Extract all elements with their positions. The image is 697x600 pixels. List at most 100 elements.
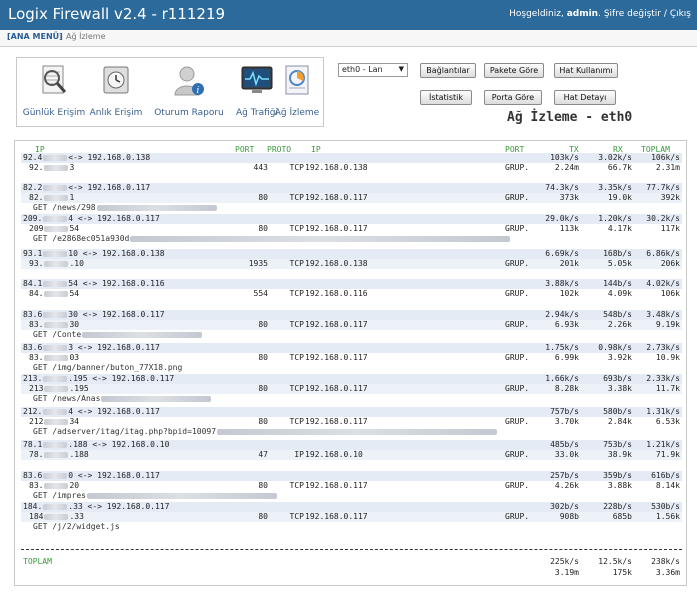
proto: TCP: [289, 353, 304, 362]
nav-network-monitor[interactable]: Ağ İzleme: [269, 58, 325, 126]
dst-ip: 192.168.0.117: [305, 320, 368, 329]
url-row: GET /Conte: [21, 330, 682, 340]
detail-ip: 209 54: [29, 224, 79, 234]
detail-ip-prefix: 83.: [29, 353, 44, 362]
flow-summary-row[interactable]: 212. 4 <-> 192.168.0.117 757b/s 580b/s 1.31k…: [21, 407, 682, 417]
dst-port: GRUP.: [505, 289, 530, 298]
by-port-button[interactable]: Porta Göre: [484, 90, 542, 105]
interface-selected: eth0 - Lan: [342, 65, 383, 74]
proto: TCP: [289, 224, 304, 233]
rx-bytes: 4.17k: [607, 224, 632, 233]
flow-summary-row[interactable]: 83.6 30 <-> 192.168.0.117 2.94k/s 548b/s 3.4…: [21, 310, 682, 320]
rx-bytes: 3.88k: [607, 481, 632, 490]
dst-ip: 192.168.0.117: [305, 353, 368, 362]
flow-summary-row[interactable]: 82.2 <-> 192.168.0.117 74.3k/s 3.35k/s 77.7k…: [21, 183, 682, 193]
breadcrumb-current: Ağ İzleme: [66, 32, 106, 41]
port: 80: [258, 224, 268, 233]
detail-ip: 82. 1: [29, 193, 74, 203]
change-password-link[interactable]: Şifre değiştir: [604, 9, 661, 19]
proto: TCP: [289, 163, 304, 172]
flow-summary-row[interactable]: 92.4 <-> 192.168.0.138 103k/s 3.02k/s 106k/s: [21, 153, 682, 163]
flow-summary-row[interactable]: 213. .195 <-> 192.168.0.117 1.66k/s 693b/s 2…: [21, 374, 682, 384]
tx-bytes: 3.70k: [554, 417, 579, 426]
tx-bytes: 908b: [559, 512, 579, 521]
src-ip-pair: .195 <-> 192.168.0.117: [68, 374, 175, 383]
main-menu-link[interactable]: [ANA MENÜ]: [7, 32, 63, 41]
url-text: GET /Conte: [33, 330, 82, 339]
total-rate: 530b/s: [651, 502, 680, 511]
src-ip-prefix: 209.: [23, 214, 43, 223]
port: 80: [258, 512, 268, 521]
nav-label: Anlık Erişim: [89, 108, 143, 118]
rx-rate: 168b/s: [603, 249, 632, 258]
tx-rate: 2.94k/s: [545, 310, 579, 319]
line-detail-button[interactable]: Hat Detayı: [554, 90, 616, 105]
src-ip: 212. 4 <-> 192.168.0.117: [23, 407, 160, 417]
masked-ip: [43, 344, 68, 351]
rx-rate: 359b/s: [603, 471, 632, 480]
rx-rate: 548b/s: [603, 310, 632, 319]
request-url: GET /img/banner/buton_77X18.png: [33, 363, 182, 373]
flow-summary-row[interactable]: 93.1 10 <-> 192.168.0.138 6.69k/s 168b/s 6.8…: [21, 249, 682, 259]
tx-rate: 302b/s: [550, 502, 579, 511]
user-info-icon: i: [174, 66, 204, 96]
src-ip-prefix: 212.: [23, 407, 43, 416]
total-rate-row: 225k/s 12.5k/s 238k/s: [21, 557, 682, 567]
masked-ip: [44, 418, 69, 425]
flow-summary-row[interactable]: 209. 4 <-> 192.168.0.117 29.0k/s 1.20k/s 30.…: [21, 214, 682, 224]
detail-ip-suffix: 54: [69, 289, 80, 298]
detail-ip: 83. 30: [29, 320, 79, 330]
masked-ip: [44, 164, 69, 171]
flow-summary-row[interactable]: 184. .33 <-> 192.168.0.117 302b/s 228b/s 530…: [21, 502, 682, 512]
src-ip-pair: 3 <-> 192.168.0.117: [68, 343, 160, 352]
masked-url: [101, 395, 212, 402]
dst-ip: 192.168.0.117: [305, 417, 368, 426]
chevron-down-icon: ▼: [398, 65, 404, 73]
app-title: Logix Firewall v2.4 - r111219: [8, 5, 226, 23]
nav-label: Günlük Erişim: [22, 108, 86, 118]
request-url: GET /news/298: [33, 203, 217, 213]
rx-bytes: 19.0k: [607, 193, 632, 202]
detail-ip-suffix: .33: [69, 512, 84, 521]
flow-summary-row[interactable]: 84.1 54 <-> 192.168.0.116 3.88k/s 144b/s 4.0…: [21, 279, 682, 289]
total-rx: 175k: [612, 568, 632, 577]
total-rate: 1.31k/s: [646, 407, 680, 416]
clock-safe-icon: [103, 66, 129, 94]
flow-summary-row[interactable]: 83.6 3 <-> 192.168.0.117 1.75k/s 0.98k/s 2.7…: [21, 343, 682, 353]
nav-session-report[interactable]: i Oturum Raporu: [149, 58, 229, 126]
total-rate: 6.86k/s: [646, 249, 680, 258]
proto: TCP: [289, 384, 304, 393]
user-area: Hoşgeldiniz, admin. Şifre değiştir / Çık…: [509, 9, 691, 19]
detail-ip: 84. 54: [29, 289, 79, 299]
flow-detail-row: 92. 3 443 TCP 192.168.0.138 GRUP. 2.24m 66.7k 2.…: [21, 163, 682, 173]
detail-ip-prefix: 78.: [29, 450, 44, 459]
total-bytes: 8.14k: [655, 481, 680, 490]
masked-url: [130, 235, 511, 242]
statistics-button[interactable]: İstatistik: [420, 90, 472, 105]
flow-detail-row: 212 34 80 TCP 192.168.0.117 GRUP. 3.70k 2.84k 6.…: [21, 417, 682, 427]
flow-detail-row: 78. .188 47 IP 192.168.0.10 GRUP. 33.0k 38.9k 71…: [21, 450, 682, 460]
proto: TCP: [289, 417, 304, 426]
detail-ip: 184.33: [29, 512, 84, 522]
rx-bytes: 3.38k: [607, 384, 632, 393]
total-rate: 2.33k/s: [646, 374, 680, 383]
line-usage-button[interactable]: Hat Kullanımı: [554, 63, 618, 78]
flow-summary-row[interactable]: 78.1 .188 <-> 192.168.0.10 485b/s 753b/s 1.2…: [21, 440, 682, 450]
rx-bytes: 2.84k: [607, 417, 632, 426]
by-packet-button[interactable]: Pakete Göre: [484, 63, 544, 78]
detail-ip-suffix: 1: [69, 193, 75, 202]
src-ip-pair: <-> 192.168.0.138: [68, 153, 151, 162]
url-row: GET /img/banner/buton_77X18.png: [21, 363, 682, 373]
url-row: GET /e2868ec051a930d: [21, 234, 682, 244]
flow-summary-row[interactable]: 83.6 0 <-> 192.168.0.117 257b/s 359b/s 616b/…: [21, 471, 682, 481]
total-bytes: 71.9k: [655, 450, 680, 459]
url-text: GET /news/Anas: [33, 394, 101, 403]
interface-select[interactable]: eth0 - Lan ▼: [338, 63, 408, 77]
detail-ip: 92. 3: [29, 163, 74, 173]
rx-bytes: 4.09k: [607, 289, 632, 298]
tx-bytes: 102k: [559, 289, 579, 298]
connections-button[interactable]: Bağlantılar: [420, 63, 476, 78]
nav-instant-access[interactable]: Anlık Erişim: [81, 58, 151, 126]
logout-link[interactable]: Çıkış: [670, 9, 691, 19]
nav-daily-access[interactable]: Günlük Erişim: [19, 58, 89, 126]
